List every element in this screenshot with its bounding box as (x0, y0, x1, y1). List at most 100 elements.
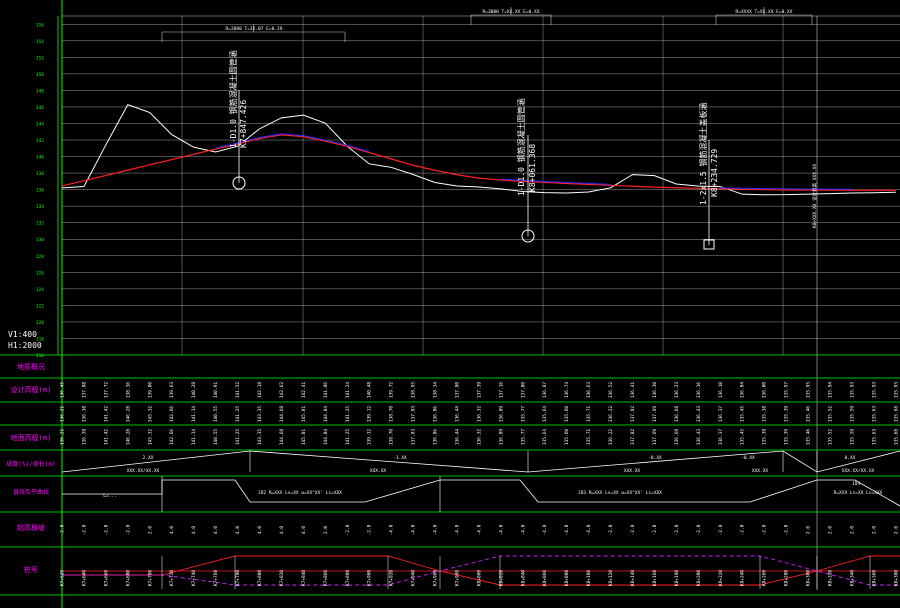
table-cell: K7+960 (433, 570, 439, 587)
gradient-text: XXX.XX (624, 468, 641, 474)
table-cell: 141.25 (235, 429, 241, 446)
table-cell: 146.28 (125, 429, 131, 446)
table-cell: K7+920 (389, 570, 395, 587)
table-cell: K8+380 (893, 570, 899, 587)
table-cell: 141.42 (103, 406, 109, 423)
table-cell: 137.69 (652, 406, 658, 423)
table-cell: K7+780 (235, 570, 241, 587)
table-cell: 144.68 (279, 406, 285, 423)
table-cell: 136.37 (718, 406, 724, 423)
table-cell: 135.64 (542, 406, 548, 423)
elevation-tick-label: 120 (36, 320, 44, 326)
table-cell: 136.38 (81, 429, 87, 446)
table-cell: 141.25 (345, 429, 351, 446)
table-cell: 135.59 (849, 406, 855, 423)
table-cell: 136.22 (608, 429, 614, 446)
table-cell: -4.0 (586, 524, 592, 535)
table-cell: -4.0 (520, 524, 526, 535)
table-cell: K8+200 (696, 570, 702, 587)
gradient-text: 2.XX (143, 455, 154, 461)
table-cell: 138.70 (389, 406, 395, 423)
table-cell: 2.0 (827, 526, 833, 534)
table-cell: 135.68 (893, 429, 899, 446)
table-cell: 142.66 (169, 429, 175, 446)
table-cell: 135.64 (542, 429, 548, 446)
table-cell: 139.63 (169, 382, 175, 399)
table-cell: 135.38 (762, 406, 768, 423)
elevation-tick-label: 116 (36, 353, 44, 359)
table-cell: 135.63 (871, 429, 877, 446)
elevation-tick-label: 134 (36, 204, 44, 210)
table-cell: 145.32 (147, 406, 153, 423)
table-cell: 144.68 (279, 429, 285, 446)
elevation-tick-label: 124 (36, 287, 44, 293)
table-cell: 138.95 (411, 382, 417, 399)
table-cell: -4.0 (454, 524, 460, 535)
table-cell: 135.71 (586, 406, 592, 423)
table-cell: 137.82 (630, 406, 636, 423)
table-cell: 136.10 (718, 382, 724, 399)
table-cell: 135.77 (520, 429, 526, 446)
structure-station: K8+061.368 (528, 144, 537, 192)
table-cell: 137.16 (498, 382, 504, 399)
table-cell: 138.36 (125, 382, 131, 399)
table-cell: 136.04 (740, 382, 746, 399)
table-cell: -4.0 (433, 524, 439, 535)
table-cell: 135.93 (893, 382, 899, 399)
elevation-tick-label: 156 (36, 22, 44, 28)
structure-station: K8+234.729 (710, 149, 719, 197)
table-cell: 142.66 (169, 406, 175, 423)
table-cell: -4.0 (476, 524, 482, 535)
table-cell: K7+900 (367, 570, 373, 587)
table-cell: -2.0 (696, 524, 702, 535)
table-cell: 141.25 (235, 406, 241, 423)
table-cell: 135.93 (871, 382, 877, 399)
row-label: 地面高程(m) (11, 433, 52, 442)
table-cell: 135.93 (849, 382, 855, 399)
table-cell: 4.0 (301, 526, 307, 534)
table-cell: 135.45 (740, 406, 746, 423)
table-cell: 145.01 (301, 429, 307, 446)
table-cell: 137.69 (652, 429, 658, 446)
alignment-text: JD2 R=XXX Ls=XX α=XX°XX' Lc=XXX (258, 490, 342, 496)
table-cell: 135.94 (827, 382, 833, 399)
table-cell: 145.32 (147, 429, 153, 446)
table-cell: 136.32 (476, 429, 482, 446)
table-cell: -4.0 (389, 524, 395, 535)
table-cell: K8+000 (476, 570, 482, 587)
table-cell: 137.08 (81, 382, 87, 399)
table-cell: K7+620 (60, 570, 66, 587)
alignment-text: L=... (103, 493, 117, 499)
table-cell: -2.0 (345, 524, 351, 535)
table-cell: K7+800 (257, 570, 263, 587)
table-cell: K8+260 (762, 570, 768, 587)
table-cell: -2.0 (103, 524, 109, 535)
elevation-tick-label: 142 (36, 138, 44, 144)
elevation-tick-label: 146 (36, 105, 44, 111)
row-label: 超高横坡 (17, 523, 45, 532)
table-cell: 136.09 (498, 429, 504, 446)
table-cell: K7+740 (191, 570, 197, 587)
table-cell: 136.45 (60, 382, 66, 399)
table-cell: 4.0 (191, 526, 197, 534)
table-cell: 136.86 (433, 406, 439, 423)
gradient-text: -0.XX (648, 455, 662, 461)
table-cell: 136.63 (586, 382, 592, 399)
table-cell: 135.39 (784, 429, 790, 446)
alignment-text: R=XXX Ls=XX Lc=XXX (834, 490, 883, 496)
table-cell: K8+020 (498, 570, 504, 587)
alignment-text: JD4 (852, 481, 860, 487)
elevation-tick-label: 154 (36, 39, 44, 45)
table-cell: -2.0 (630, 524, 636, 535)
table-cell: K8+040 (520, 570, 526, 587)
table-cell: -2.0 (652, 524, 658, 535)
table-cell: K8+280 (784, 570, 790, 587)
table-cell: 136.38 (81, 406, 87, 423)
table-cell: K8+080 (564, 570, 570, 587)
elevation-axis: 156 154 152 150 148 146 144 142 140 138 136 134 132 1… (36, 22, 44, 359)
table-cell: 136.09 (498, 406, 504, 423)
table-cell: 135.95 (806, 382, 812, 399)
table-cell: 141.42 (103, 429, 109, 446)
table-cell: 146.28 (125, 406, 131, 423)
table-cell: 136.74 (564, 382, 570, 399)
